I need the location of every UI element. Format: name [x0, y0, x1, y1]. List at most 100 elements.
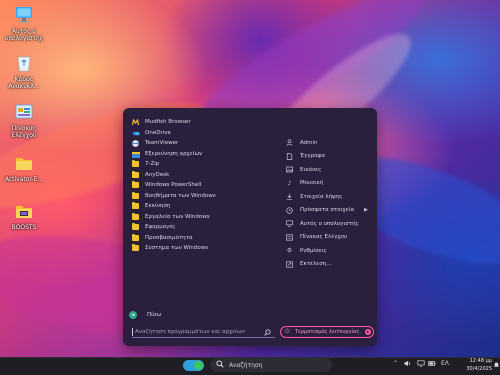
app-label: Προσβασιμότητα [145, 234, 193, 241]
recycle-bin-icon [14, 53, 34, 73]
document-icon [286, 152, 293, 160]
places-list: Admin Έγγραφα Εικόνες ♪ Μουσική Στοιχεία… [286, 136, 374, 271]
app-label: TeamViewer [145, 140, 179, 147]
desktop-icon-this-pc[interactable]: Αυτός ο υπολογιστής [2, 5, 46, 42]
place-label: Αυτός ο υπολογιστής [300, 220, 359, 227]
list-item-powershell[interactable]: Windows PowerShell [132, 180, 282, 191]
shutdown-button[interactable]: ⏻ Τερματισμός λειτουργίας ▸ [280, 326, 374, 338]
app-label: Εφαρμογές [145, 224, 176, 231]
run-icon [286, 261, 293, 268]
folder-icon [132, 181, 139, 189]
desktop-icon-control-panel[interactable]: Πίνακας Ελέγχου [2, 102, 46, 139]
place-downloads[interactable]: Στοιχεία λήψης [286, 190, 374, 204]
back-label: Πίσω [147, 312, 162, 318]
search-input[interactable]: Αναζήτηση προγραμμάτων και αρχείων [132, 326, 275, 338]
taskbar-search[interactable]: Αναζήτηση [210, 358, 332, 372]
back-button[interactable]: ◂ Πίσω [129, 311, 161, 319]
search-icon[interactable] [264, 329, 271, 336]
place-music[interactable]: ♪ Μουσική [286, 177, 374, 191]
control-panel-icon [14, 102, 34, 122]
desktop-icon-recycle-bin[interactable]: Κάδος Ανακυκλ... [2, 53, 46, 90]
folder-icon [132, 233, 139, 241]
folder-icon [132, 223, 139, 231]
search-icon [216, 360, 224, 370]
app-label: Mudfish Browser [145, 119, 191, 126]
list-item-anydesk[interactable]: AnyDesk [132, 170, 282, 181]
folder-icon [132, 191, 139, 199]
place-label: Εικόνες [300, 166, 322, 173]
language-indicator[interactable]: ΕΛ [441, 360, 449, 367]
recent-icon [286, 207, 293, 214]
folder-icon [132, 170, 139, 178]
place-recent[interactable]: Πρόσφατα στοιχεία ▶ [286, 204, 374, 218]
app-label: Εργαλεία των Windows [145, 213, 210, 220]
settings-icon: ⚙ [286, 247, 293, 255]
control-panel-icon [286, 234, 293, 241]
place-documents[interactable]: Έγγραφα [286, 150, 374, 164]
computer-icon [286, 220, 293, 227]
place-label: Στοιχεία λήψης [300, 193, 343, 200]
list-item-startup[interactable]: Εκκίνηση [132, 201, 282, 212]
clock-time: 12:48 μμ [469, 358, 492, 364]
list-item-accessibility[interactable]: Προσβασιμότητα [132, 233, 282, 244]
volume-icon[interactable] [404, 360, 412, 369]
desktop-icon-activator[interactable]: Activator-E... [2, 153, 46, 183]
place-label: Πίνακας Ελέγχου [300, 234, 348, 241]
place-run[interactable]: Εκτέλεση... [286, 258, 374, 272]
place-label: Πρόσφατα στοιχεία [300, 207, 355, 214]
taskbar-search-label: Αναζήτηση [229, 361, 263, 369]
folder-icon [132, 244, 139, 252]
place-admin[interactable]: Admin [286, 136, 374, 150]
place-settings[interactable]: ⚙ Ρυθμίσεις [286, 244, 374, 258]
desktop-icon-boosts[interactable]: BOOSTS [2, 201, 46, 231]
place-this-pc[interactable]: Αυτός ο υπολογιστής [286, 217, 374, 231]
chevron-right-icon: ▶ [364, 207, 368, 214]
clock[interactable]: 12:48 μμ 30/4/2025 [452, 357, 492, 373]
music-icon: ♪ [287, 179, 292, 187]
place-label: Ρυθμίσεις [300, 247, 327, 254]
list-item-teamviewer[interactable]: TeamViewer [132, 138, 282, 149]
place-control-panel[interactable]: Πίνακας Ελέγχου [286, 231, 374, 245]
desktop-icon-label: Πίνακας Ελέγχου [11, 125, 37, 139]
notification-icon[interactable] [494, 362, 499, 370]
start-button[interactable] [183, 360, 204, 371]
desktop-icon-label: Κάδος Ανακυκλ... [8, 76, 40, 90]
battery-icon[interactable] [428, 360, 436, 369]
list-item-windows-system[interactable]: Σύστημα των Windows [132, 243, 282, 254]
chevron-up-icon[interactable]: ⌃ [393, 360, 398, 367]
app-label: AnyDesk [145, 171, 170, 178]
list-item-mudfish[interactable]: Mudfish Browser [131, 117, 282, 128]
list-item-accessories[interactable]: Βοηθήματα των Windows [132, 191, 282, 202]
app-label: Εκκίνηση [145, 203, 171, 210]
list-item-applications[interactable]: Εφαρμογές [132, 222, 282, 233]
all-apps-list: Mudfish Browser OneDrive TeamViewer Εξερ… [131, 117, 282, 254]
list-item-onedrive[interactable]: OneDrive [132, 128, 282, 139]
list-item-file-explorer[interactable]: Εξερεύνηση αρχείων [132, 149, 282, 160]
network-icon[interactable] [417, 360, 425, 369]
pictures-icon [286, 166, 293, 173]
folder-icon [132, 202, 139, 210]
teamviewer-icon [132, 140, 139, 148]
search-placeholder: Αναζήτηση προγραμμάτων και αρχείων [135, 328, 245, 335]
list-item-7zip[interactable]: 7-Zip [132, 159, 282, 170]
app-label: Βοηθήματα των Windows [145, 192, 216, 199]
power-icon: ⏻ [285, 328, 290, 335]
desktop-icon-label: Activator-E... [4, 176, 44, 183]
shutdown-options-icon[interactable]: ▸ [365, 329, 371, 335]
place-pictures[interactable]: Εικόνες [286, 163, 374, 177]
download-icon [286, 193, 293, 200]
place-label: Εκτέλεση... [300, 261, 332, 268]
folder-icon [132, 212, 139, 220]
place-label: Έγγραφα [300, 153, 325, 160]
user-icon [286, 139, 293, 147]
place-label: Μουσική [300, 180, 324, 187]
folder-icon [14, 153, 34, 173]
start-menu: Mudfish Browser OneDrive TeamViewer Εξερ… [123, 108, 377, 346]
app-label: 7-Zip [145, 161, 160, 168]
app-label: Σύστημα των Windows [145, 245, 209, 252]
place-label: Admin [300, 139, 318, 146]
shutdown-label: Τερματισμός λειτουργίας [295, 329, 360, 335]
mudfish-icon [131, 118, 140, 126]
list-item-windows-tools[interactable]: Εργαλεία των Windows [132, 212, 282, 223]
folder-icon [132, 160, 139, 168]
